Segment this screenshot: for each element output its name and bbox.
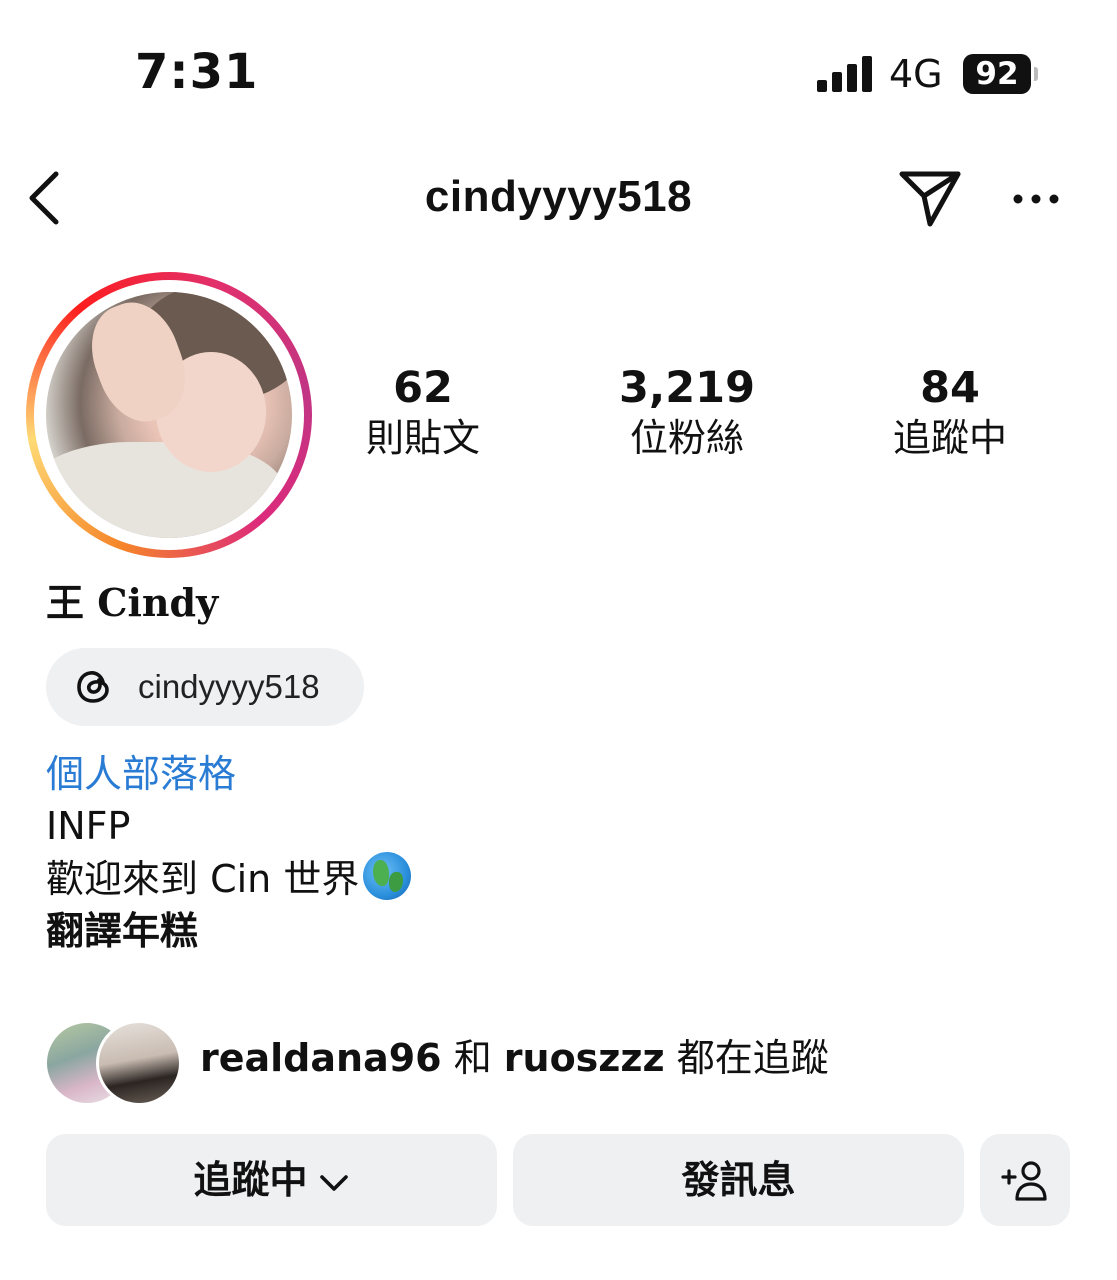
full-name: 王 Cindy bbox=[46, 580, 219, 625]
stat-posts[interactable]: 62 則貼文 bbox=[323, 362, 523, 462]
posts-label: 則貼文 bbox=[365, 416, 480, 460]
bio: 個人部落格 INFP 歡迎來到 Cin 世界 翻譯年糕 bbox=[46, 748, 412, 957]
story-ring[interactable] bbox=[26, 272, 312, 558]
message-button[interactable]: 發訊息 bbox=[513, 1134, 964, 1226]
following-button-label: 追蹤中 bbox=[193, 1158, 308, 1202]
following-count: 84 bbox=[920, 363, 980, 413]
mutual-follower-avatar[interactable] bbox=[96, 1020, 182, 1106]
followed-by-text[interactable]: realdana96 和 ruoszzz 都在追蹤 bbox=[200, 1034, 829, 1082]
bio-line-with-emoji: 歡迎來到 Cin 世界 bbox=[46, 852, 412, 905]
battery-icon: 92 bbox=[963, 54, 1039, 94]
paper-plane-icon[interactable] bbox=[896, 166, 964, 230]
suggest-users-button[interactable] bbox=[980, 1134, 1070, 1226]
chevron-down-icon bbox=[319, 1174, 348, 1191]
bio-line: INFP bbox=[46, 804, 131, 848]
following-dropdown-button[interactable]: 追蹤中 bbox=[46, 1134, 497, 1226]
bio-line: 歡迎來到 Cin 世界 bbox=[46, 857, 360, 901]
followed-by-suffix: 都在追蹤 bbox=[664, 1036, 829, 1080]
status-time: 7:31 bbox=[135, 44, 259, 100]
followers-label: 位粉絲 bbox=[629, 416, 744, 460]
bio-translation-link[interactable]: 翻譯年糕 bbox=[46, 905, 411, 957]
stat-following[interactable]: 84 追蹤中 bbox=[850, 362, 1050, 462]
battery-level: 92 bbox=[963, 54, 1031, 94]
mutual-follower-name[interactable]: realdana96 bbox=[200, 1036, 442, 1080]
message-button-label: 發訊息 bbox=[681, 1158, 796, 1202]
stat-followers[interactable]: 3,219 位粉絲 bbox=[587, 362, 787, 462]
bio-link[interactable]: 個人部落格 bbox=[46, 748, 411, 800]
add-person-icon bbox=[1001, 1161, 1047, 1201]
threads-handle: cindyyyy518 bbox=[138, 668, 320, 705]
battery-cap bbox=[1034, 67, 1038, 81]
posts-count: 62 bbox=[393, 363, 453, 413]
ellipsis-icon[interactable] bbox=[1010, 186, 1062, 212]
followed-by-connector: 和 bbox=[441, 1036, 504, 1080]
following-label: 追蹤中 bbox=[892, 416, 1007, 460]
followers-count: 3,219 bbox=[618, 363, 755, 413]
avatar[interactable] bbox=[46, 292, 292, 538]
threads-badge[interactable]: cindyyyy518 bbox=[46, 648, 364, 726]
globe-emoji-icon bbox=[363, 852, 412, 900]
network-type: 4G bbox=[889, 52, 943, 96]
mutual-follower-name[interactable]: ruoszzz bbox=[504, 1036, 665, 1080]
threads-logo-icon bbox=[77, 671, 109, 703]
avatar-sweater bbox=[46, 442, 286, 538]
signal-strength-icon bbox=[817, 56, 872, 92]
